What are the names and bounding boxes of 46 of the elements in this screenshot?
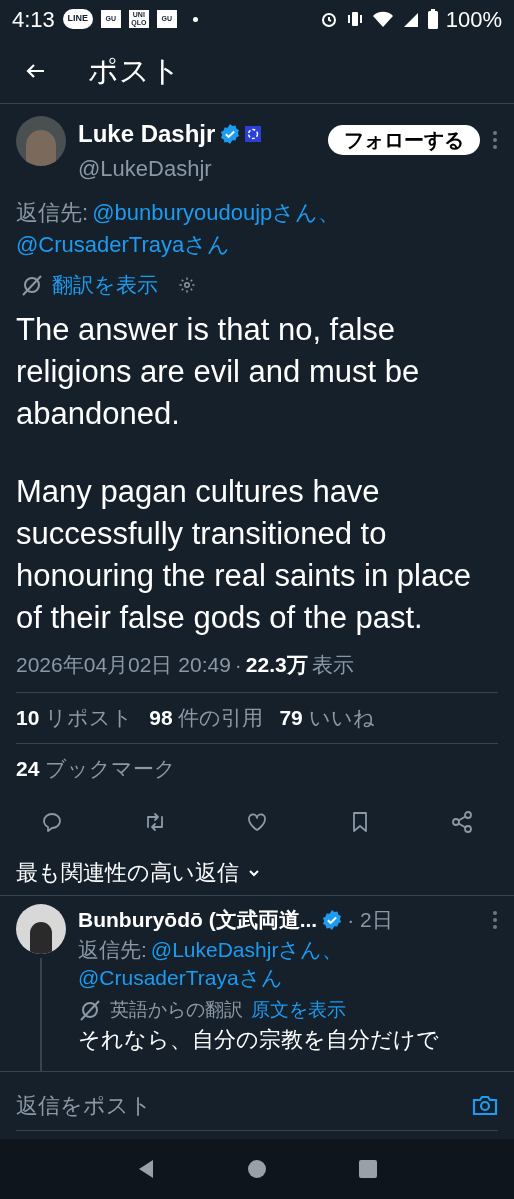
reply-text: それなら、自分の宗教を自分だけで	[78, 1026, 440, 1054]
follow-button[interactable]: フォローする	[328, 125, 480, 155]
settings-icon[interactable]	[178, 275, 196, 294]
wifi-icon	[371, 10, 394, 28]
engagement-stat[interactable]: 10 リポスト	[16, 702, 134, 734]
show-original-link[interactable]: 原文を表示	[251, 995, 346, 1024]
avatar	[16, 904, 66, 954]
page-title: ポスト	[88, 53, 181, 89]
battery-icon	[427, 9, 438, 29]
reply-to-label: 返信先:	[78, 937, 147, 961]
camera-icon[interactable]	[472, 1093, 498, 1117]
more-options-icon[interactable]	[492, 130, 498, 150]
engagement-stat[interactable]: 98 件の引用	[149, 702, 264, 734]
replies-sort-label[interactable]: 最も関連性の高い返信	[16, 856, 239, 889]
translated-from-label: 英語からの翻訳	[110, 997, 243, 1022]
affiliate-badge-icon	[245, 126, 262, 142]
author-handle: @LukeDashjr	[78, 155, 213, 183]
reply-input-field[interactable]: 返信をポスト	[16, 1080, 498, 1131]
home-nav-icon[interactable]	[248, 1160, 266, 1178]
battery-level: 100%	[445, 5, 502, 34]
reply-author-name[interactable]: Bunburyōdō (文武両道...	[78, 904, 318, 936]
mention-link[interactable]: @bunburyoudoujpさん、	[92, 200, 341, 225]
mention-link[interactable]: @CrusaderTrayaさん	[16, 232, 231, 257]
post-text: Many pagan cultures have successfully transitioned to honouring the real saints in place of their false gods of the past.	[16, 472, 472, 637]
reply-age: · 2日	[347, 907, 393, 933]
recents-nav-icon[interactable]	[359, 1160, 378, 1178]
share-icon[interactable]	[450, 810, 474, 834]
more-options-icon[interactable]	[492, 909, 498, 930]
mention-link[interactable]: @CrusaderTrayaさん	[78, 965, 283, 989]
separator-dot: ·	[234, 651, 242, 678]
views-count: 22.3万	[245, 651, 308, 678]
engagement-stat[interactable]: 79 いいね	[279, 702, 375, 734]
alarm-icon	[319, 10, 338, 28]
bookmark-stat[interactable]: 24 ブックマーク	[16, 753, 177, 785]
show-translation-link[interactable]: 翻訳を表示	[52, 269, 158, 301]
comment-icon[interactable]	[40, 810, 64, 834]
reply-to-label: 返信先:	[16, 200, 89, 225]
author-name[interactable]: Luke Dashjr	[78, 116, 216, 152]
avatar	[16, 116, 66, 166]
views-label: 表示	[311, 651, 354, 678]
clock: 4:13	[12, 5, 55, 34]
vibrate-icon	[345, 11, 364, 27]
post-timestamp: 2026年04月02日 20:49	[16, 651, 231, 678]
post-text: The answer is that no, false religions are evil and must be abandoned.	[16, 310, 421, 433]
chat-app-icon: LINE	[62, 9, 93, 29]
mention-link[interactable]: @LukeDashjrさん、	[150, 937, 344, 961]
